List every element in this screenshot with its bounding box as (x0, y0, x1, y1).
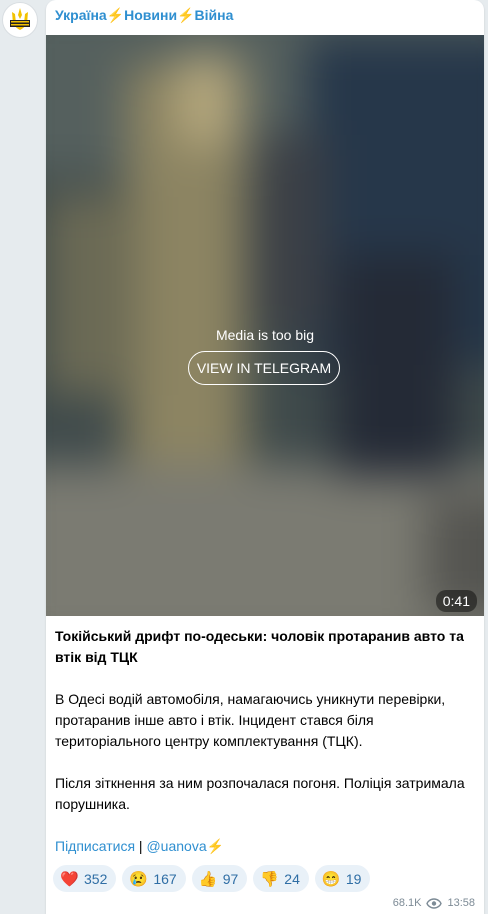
channel-avatar[interactable] (2, 2, 38, 38)
channel-handle-link[interactable]: @uanova⚡️ (146, 838, 224, 854)
thumbs-up-emoji-icon: 👍 (198, 870, 218, 888)
reaction-grin[interactable]: 😁 19 (314, 865, 371, 892)
reaction-crying[interactable]: 😢 167 (122, 865, 186, 892)
message-bubble: Україна⚡️Новини⚡️Війна Media is too big … (46, 0, 484, 914)
reaction-thumbs-down[interactable]: 👎 24 (253, 865, 309, 892)
post-paragraph-2: Після зіткнення за ним розпочалася погон… (55, 775, 465, 812)
view-in-telegram-button[interactable]: VIEW IN TELEGRAM (188, 351, 340, 385)
channel-name[interactable]: Україна⚡️Новини⚡️Війна (55, 7, 233, 24)
video-preview[interactable]: Media is too big VIEW IN TELEGRAM 0:41 (46, 35, 484, 616)
message-time: 13:58 (447, 897, 475, 909)
blurred-thumbnail (46, 35, 484, 616)
media-too-big-message: Media is too big (215, 327, 315, 343)
thumbs-down-emoji-icon: 👎 (260, 870, 279, 888)
post-paragraph-1: В Одесі водій автомобіля, намагаючись ун… (55, 691, 446, 749)
reaction-count: 167 (153, 870, 177, 887)
link-separator: | (135, 838, 147, 854)
message-meta: 68.1K 13:58 (393, 897, 475, 909)
video-duration-badge: 0:41 (435, 590, 477, 612)
reaction-count: 352 (84, 870, 108, 887)
reaction-count: 97 (222, 870, 239, 887)
reactions-bar: ❤️ 352 😢 167 👍 97 👎 24 😁 19 (53, 865, 371, 892)
grinning-face-emoji-icon: 😁 (321, 870, 341, 888)
trident-icon (4, 4, 36, 36)
view-count: 68.1K (392, 897, 422, 909)
reaction-count: 24 (284, 870, 300, 887)
post-text: Токійський дрифт по-одеськи: чоловік про… (55, 626, 479, 857)
subscribe-link[interactable]: Підписатися (55, 838, 135, 854)
eye-icon (426, 897, 443, 909)
heart-emoji-icon: ❤️ (60, 870, 79, 888)
post-title: Токійський дрифт по-одеськи: чоловік про… (55, 628, 464, 665)
crying-face-emoji-icon: 😢 (129, 870, 149, 888)
post-footer-links: Підписатися | @uanova⚡️ (55, 836, 479, 857)
reaction-thumbs-up[interactable]: 👍 97 (191, 865, 248, 892)
reaction-heart[interactable]: ❤️ 352 (53, 865, 117, 892)
reaction-count: 19 (345, 870, 362, 887)
